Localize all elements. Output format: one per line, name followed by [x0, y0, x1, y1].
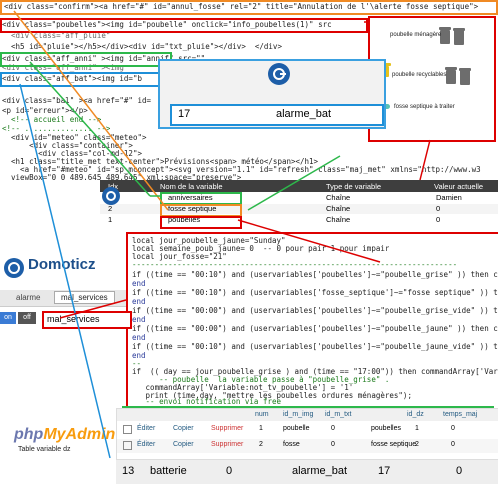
annotation-arrows: [13, 10, 431, 459]
red-connector: [59, 299, 127, 319]
green-connector: [29, 61, 151, 197]
orange-connector: [13, 10, 169, 211]
red-connector: [419, 139, 431, 181]
green-connector: [247, 155, 341, 211]
blue-connector: [19, 83, 111, 459]
red-connector: [237, 219, 381, 263]
